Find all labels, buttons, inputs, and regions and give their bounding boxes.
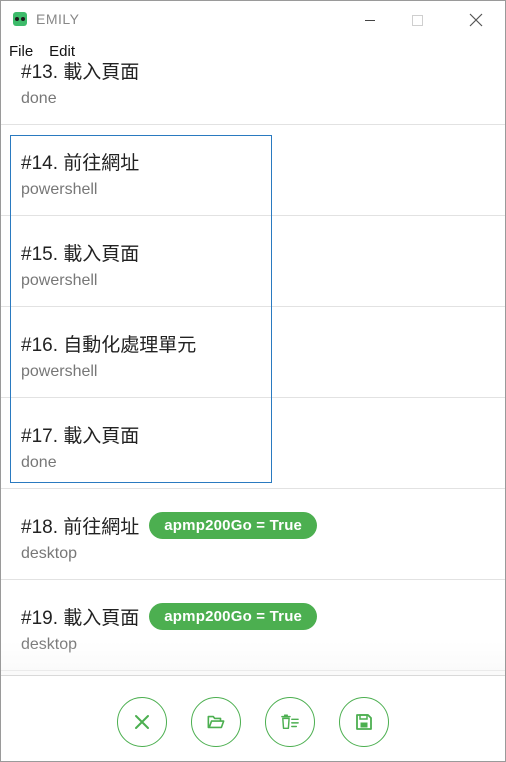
menu-file[interactable]: File [1, 41, 41, 63]
step-list[interactable]: #13. 載入頁面 done #14. 前往網址 powershell #15.… [1, 41, 505, 675]
step-status: done [21, 454, 57, 471]
folder-open-icon [207, 715, 225, 729]
step-status: done [21, 90, 57, 107]
step-status: desktop [21, 636, 78, 653]
list-item[interactable]: #14. 前往網址 powershell [1, 125, 505, 216]
step-status: powershell [21, 363, 98, 380]
maximize-icon [411, 14, 423, 26]
title-bar: EMILY [1, 1, 505, 39]
step-status: desktop [21, 545, 78, 562]
action-toolbar [1, 675, 505, 761]
list-item[interactable]: #18. 前往網址 apmp200Go = True desktop [1, 489, 505, 580]
step-title: #19. 載入頁面 [21, 608, 140, 629]
step-status: powershell [21, 272, 98, 289]
clear-button[interactable] [117, 697, 167, 747]
step-title-with-badge: #18. 前往網址 apmp200Go = True [21, 512, 318, 539]
close-window-button[interactable] [453, 1, 499, 39]
delete-list-button[interactable] [265, 697, 315, 747]
step-status: powershell [21, 181, 98, 198]
menu-bar: File Edit [1, 41, 83, 63]
step-title: #15. 載入頁面 [21, 244, 140, 265]
step-title: #16. 自動化處理單元 [21, 335, 197, 356]
list-item[interactable]: #15. 載入頁面 powershell [1, 216, 505, 307]
minimize-icon [365, 19, 375, 21]
open-folder-button[interactable] [191, 697, 241, 747]
window-title: EMILY [36, 11, 80, 27]
minimize-button[interactable] [347, 1, 393, 39]
condition-badge: apmp200Go = True [149, 603, 318, 630]
list-item[interactable]: #17. 載入頁面 done [1, 398, 505, 489]
list-item[interactable]: #16. 自動化處理單元 powershell [1, 307, 505, 398]
step-title: #17. 載入頁面 [21, 426, 140, 447]
list-item[interactable]: #19. 載入頁面 apmp200Go = True desktop [1, 580, 505, 671]
close-icon [135, 715, 149, 729]
app-window: EMILY #13. 載入頁面 done #14. 前往網址 powershel… [0, 0, 506, 762]
maximize-button[interactable] [394, 1, 440, 39]
step-title: #14. 前往網址 [21, 153, 140, 174]
save-button[interactable] [339, 697, 389, 747]
step-title-with-badge: #19. 載入頁面 apmp200Go = True [21, 603, 318, 630]
delete-list-icon [281, 714, 299, 730]
step-title: #18. 前往網址 [21, 517, 140, 538]
app-logo-icon [13, 12, 27, 26]
menu-edit[interactable]: Edit [41, 41, 83, 63]
close-window-icon [469, 13, 483, 27]
condition-badge: apmp200Go = True [149, 512, 318, 539]
save-icon [356, 714, 372, 730]
